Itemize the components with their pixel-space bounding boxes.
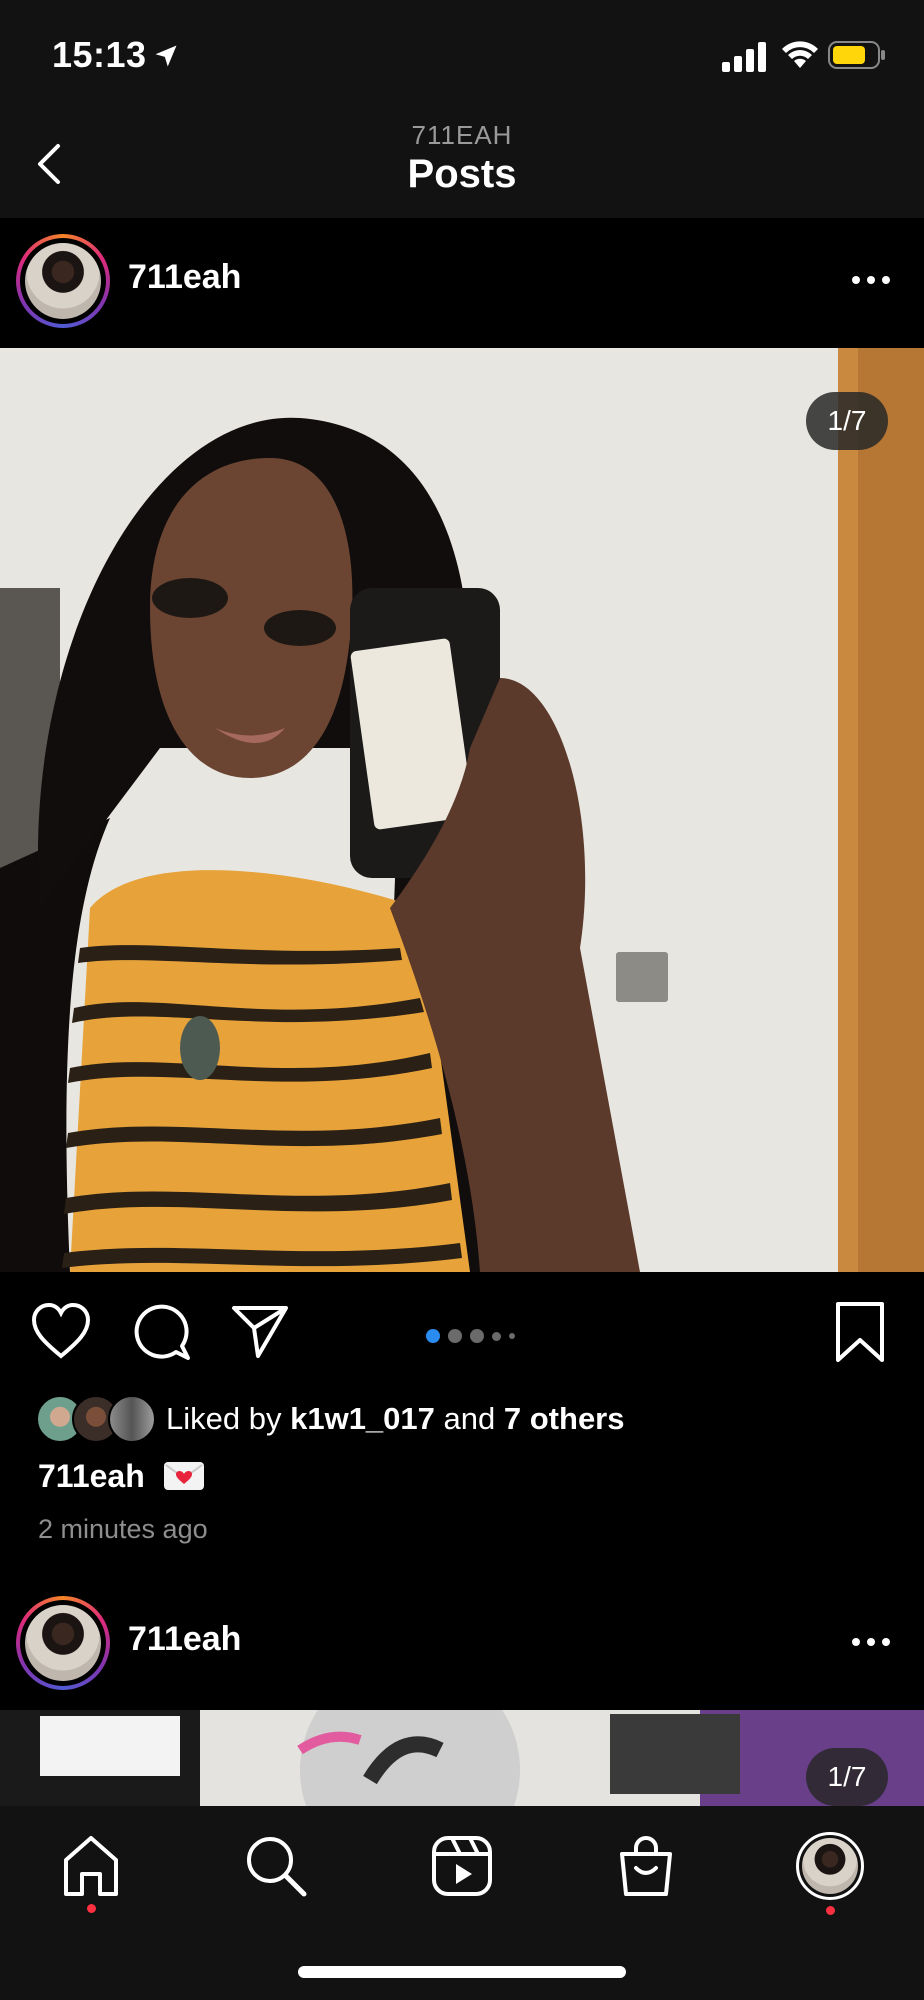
love-letter-emoji-icon	[163, 1462, 204, 1490]
avatar[interactable]	[16, 1596, 110, 1690]
more-options-icon[interactable]	[846, 262, 896, 298]
liker-avatar	[108, 1395, 156, 1443]
caption-username[interactable]: 711eah	[38, 1458, 145, 1494]
image-counter-badge: 1/7	[806, 392, 888, 450]
status-bar: 15:13	[0, 0, 924, 110]
carousel-indicator	[426, 1328, 515, 1344]
selfie-photo	[0, 348, 924, 1272]
account-name: 711EAH	[411, 120, 513, 150]
battery-icon	[828, 41, 885, 69]
home-notification-dot	[87, 1904, 96, 1913]
post-actions-bar	[0, 1272, 924, 1392]
carousel-dot	[426, 1329, 440, 1343]
avatar[interactable]	[16, 234, 110, 328]
comment-bubble-icon[interactable]	[132, 1302, 192, 1362]
post-image[interactable]: 1/7	[0, 348, 924, 1272]
carousel-dot	[448, 1329, 462, 1343]
liker-username[interactable]: k1w1_017	[290, 1401, 435, 1436]
status-time: 15:13	[52, 34, 147, 75]
post-username[interactable]: 711eah	[128, 1620, 241, 1659]
profile-avatar[interactable]	[796, 1832, 864, 1900]
cellular-signal-icon	[722, 42, 766, 72]
home-icon[interactable]	[60, 1834, 122, 1898]
post-username[interactable]: 711eah	[128, 258, 241, 297]
post-timestamp: 2 minutes ago	[38, 1514, 208, 1544]
page-title: Posts	[407, 152, 517, 196]
share-send-icon[interactable]	[230, 1302, 290, 1360]
like-heart-icon[interactable]	[30, 1302, 92, 1360]
likes-text: Liked by k1w1_017 and 7 others	[166, 1401, 625, 1436]
wifi-icon	[782, 41, 818, 68]
carousel-dot	[470, 1329, 484, 1343]
post-image[interactable]: 1/7	[0, 1710, 924, 1806]
image-counter-badge: 1/7	[806, 1748, 888, 1806]
shop-bag-icon[interactable]	[616, 1834, 676, 1898]
reels-icon[interactable]	[430, 1834, 494, 1898]
home-indicator	[298, 1966, 626, 1978]
carousel-dot	[509, 1333, 515, 1339]
location-arrow-icon	[155, 45, 177, 67]
post-caption: 711eah	[38, 1458, 204, 1495]
post-header: 711eah	[0, 218, 924, 348]
likes-summary[interactable]: Liked by k1w1_017 and 7 others	[36, 1394, 625, 1444]
others-link[interactable]: 7 others	[504, 1401, 625, 1436]
search-icon[interactable]	[244, 1834, 308, 1898]
room-photo	[0, 1710, 924, 1806]
more-options-icon[interactable]	[846, 1624, 896, 1660]
save-bookmark-icon[interactable]	[832, 1300, 888, 1364]
carousel-dot	[492, 1331, 501, 1341]
profile-notification-dot	[826, 1906, 835, 1915]
navigation-header: 711EAH Posts	[0, 110, 924, 218]
post-header: 711eah	[0, 1580, 924, 1710]
